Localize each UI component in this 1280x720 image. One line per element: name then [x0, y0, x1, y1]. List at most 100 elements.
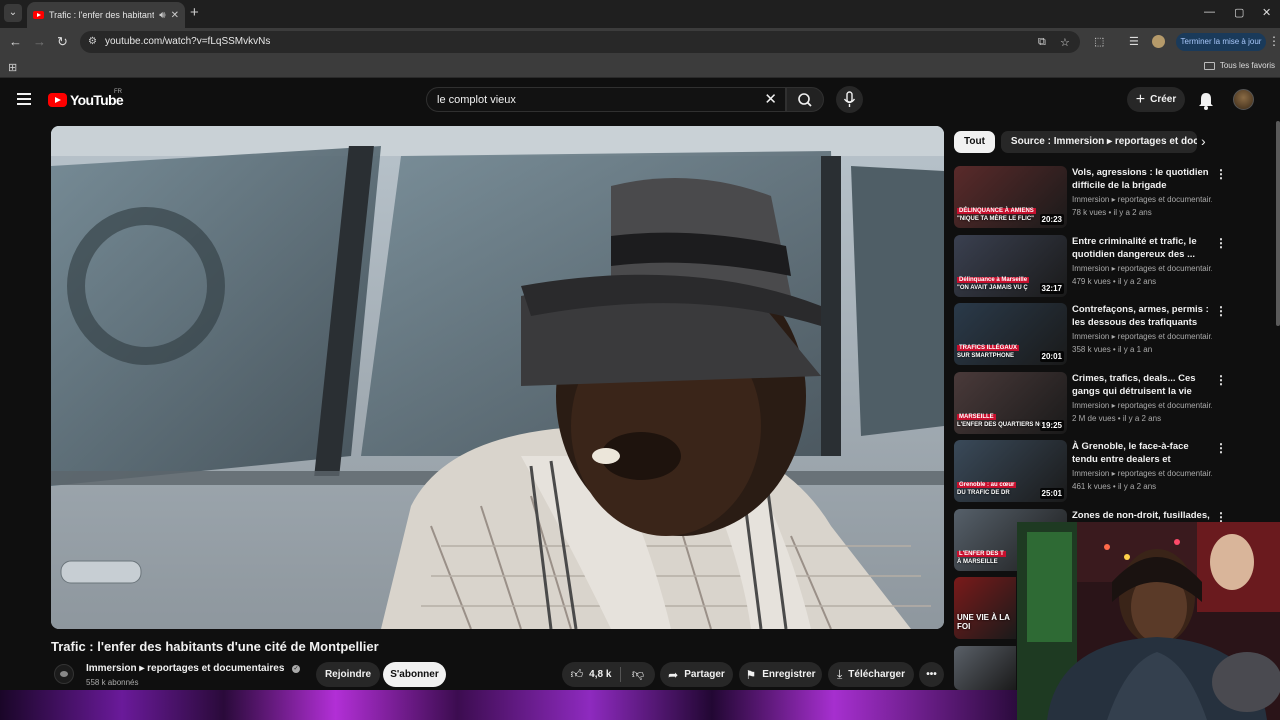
country-code: FR: [114, 89, 122, 95]
rec-title[interactable]: Contrefaçons, armes, permis : les dessou…: [1072, 303, 1212, 329]
menu-icon[interactable]: [17, 93, 31, 108]
forward-icon[interactable]: →: [33, 34, 46, 50]
new-tab-icon[interactable]: +: [190, 5, 199, 21]
browser-tab-active[interactable]: Trafic : l'enfer des habitants d'une cit…: [27, 2, 185, 28]
search-query[interactable]: le complot vieux: [437, 94, 516, 106]
install-app-icon[interactable]: ⧉: [1038, 36, 1046, 49]
thumbnail-caption: DU TRAFIC DE DR: [957, 490, 1010, 496]
create-label: Créer: [1150, 94, 1177, 105]
youtube-logo[interactable]: YouTube: [48, 92, 124, 108]
kebab-menu-icon[interactable]: ⋮: [1215, 441, 1227, 455]
folder-icon: [1203, 61, 1215, 70]
rec-title[interactable]: À Grenoble, le face-à-face tendu entre d…: [1072, 440, 1212, 466]
tab-search-button[interactable]: ⌄: [4, 4, 22, 22]
video-frame: [51, 126, 944, 629]
notifications-bell-icon[interactable]: [1197, 90, 1215, 110]
account-avatar[interactable]: [1233, 89, 1254, 110]
thumbnail-tag: TRAFICS ILLÉGAUX: [957, 345, 1019, 351]
like-count: 4,8 k: [589, 669, 612, 680]
video-thumbnail[interactable]: UNE VIE À LA FOI: [954, 577, 1016, 639]
kebab-menu-icon[interactable]: ⋮: [1215, 304, 1227, 318]
clear-search-icon[interactable]: ✕: [764, 90, 777, 108]
video-thumbnail[interactable]: TRAFICS ILLÉGAUX SUR SMARTPHONE 20:01: [954, 303, 1067, 365]
like-button[interactable]: 👍︎ 4,8 k: [562, 662, 620, 687]
site-settings-icon[interactable]: ⚙︎: [88, 36, 100, 48]
tab-title: Trafic : l'enfer des habitants d'une cit…: [49, 10, 155, 20]
bookmark-star-icon[interactable]: ☆: [1060, 36, 1070, 49]
kebab-menu-icon[interactable]: ⋮: [1215, 373, 1227, 387]
voice-search-button[interactable]: [836, 86, 863, 113]
list-item[interactable]: Délinquance à Marseille "ON AVAIT JAMAIS…: [954, 235, 1270, 297]
rec-meta: 479 k vues • il y a 2 ans: [1072, 277, 1157, 286]
minimize-icon[interactable]: —: [1204, 6, 1215, 18]
save-button[interactable]: ⚑ Enregistrer: [739, 662, 822, 687]
channel-avatar[interactable]: [54, 664, 74, 684]
rec-channel[interactable]: Immersion ▸ reportages et documentair...: [1072, 401, 1212, 410]
apps-grid-icon[interactable]: ⊞: [8, 61, 17, 74]
window-close-icon[interactable]: ✕: [1262, 6, 1271, 19]
filter-chips: Tout Source : Immersion ▸ reportages et …: [954, 131, 1197, 153]
chevron-right-icon[interactable]: ›: [1201, 133, 1206, 149]
join-button[interactable]: Rejoindre: [316, 662, 380, 687]
profile-avatar[interactable]: [1152, 35, 1165, 48]
video-thumbnail[interactable]: DÉLINQUANCE À AMIENS "NIQUE TA MÈRE LE F…: [954, 166, 1067, 228]
video-thumbnail[interactable]: Grenoble : au cœur DU TRAFIC DE DR 25:01: [954, 440, 1067, 502]
video-thumbnail[interactable]: MARSEILLE L'ENFER DES QUARTIERS NO 19:25: [954, 372, 1067, 434]
kebab-menu-icon[interactable]: ⋮: [1215, 167, 1227, 181]
rec-channel[interactable]: Immersion ▸ reportages et documentair...: [1072, 264, 1212, 273]
more-dots-icon: •••: [926, 669, 937, 680]
duration-badge: 25:01: [1039, 488, 1064, 499]
extensions-icon[interactable]: ⬚: [1094, 35, 1104, 48]
video-player[interactable]: [51, 126, 944, 629]
speaker-icon[interactable]: 🔊︎: [159, 10, 165, 21]
thumbnail-caption: "NIQUE TA MÈRE LE FLIC": [957, 216, 1035, 222]
all-bookmarks-label: Tous les favoris: [1219, 61, 1275, 70]
kebab-menu-icon[interactable]: ⋮: [1215, 236, 1227, 250]
thumbnail-tag: L'ENFER DES T: [957, 551, 1006, 557]
chip-all[interactable]: Tout: [954, 131, 995, 153]
plus-icon: +: [1135, 90, 1146, 108]
page-scrollbar[interactable]: [1276, 121, 1280, 326]
thumbnail-tag: DÉLINQUANCE À AMIENS: [957, 208, 1036, 214]
rec-channel[interactable]: Immersion ▸ reportages et documentair...: [1072, 469, 1212, 478]
thumbs-down-icon: 👎︎: [631, 667, 645, 681]
download-button[interactable]: ⤓ Télécharger: [828, 662, 914, 687]
list-item[interactable]: DÉLINQUANCE À AMIENS "NIQUE TA MÈRE LE F…: [954, 166, 1270, 228]
channel-name[interactable]: Immersion ▸ reportages et documentaires: [86, 663, 284, 674]
more-actions-button[interactable]: •••: [919, 662, 944, 687]
reading-list-icon[interactable]: ☰: [1129, 35, 1139, 48]
list-item[interactable]: Grenoble : au cœur DU TRAFIC DE DR 25:01…: [954, 440, 1270, 502]
list-item[interactable]: TRAFICS ILLÉGAUX SUR SMARTPHONE 20:01 Co…: [954, 303, 1270, 365]
video-thumbnail[interactable]: [954, 646, 1016, 690]
back-icon[interactable]: ←: [9, 34, 22, 50]
create-button[interactable]: + Créer: [1127, 87, 1185, 112]
rec-title[interactable]: Entre criminalité et trafic, le quotidie…: [1072, 235, 1212, 261]
address-bar[interactable]: ⚙︎ youtube.com/watch?v=fLqSSMvkvNs ⧉ ☆: [80, 31, 1080, 53]
like-dislike-group: 👍︎ 4,8 k 👎︎: [562, 662, 655, 687]
update-button[interactable]: Terminer la mise à jour: [1176, 33, 1266, 51]
all-bookmarks[interactable]: Tous les favoris: [1203, 61, 1275, 70]
list-item[interactable]: MARSEILLE L'ENFER DES QUARTIERS NO 19:25…: [954, 372, 1270, 434]
reload-icon[interactable]: ↻: [57, 34, 68, 50]
share-button[interactable]: ➦ Partager: [660, 662, 733, 687]
rec-channel[interactable]: Immersion ▸ reportages et documentair...: [1072, 332, 1212, 341]
video-thumbnail[interactable]: Délinquance à Marseille "ON AVAIT JAMAIS…: [954, 235, 1067, 297]
rec-title[interactable]: Vols, agressions : le quotidien difficil…: [1072, 166, 1212, 192]
rec-meta: 461 k vues • il y a 2 ans: [1072, 482, 1157, 491]
rec-title[interactable]: Crimes, trafics, deals... Ces gangs qui …: [1072, 372, 1212, 398]
subscribe-button[interactable]: S'abonner: [383, 662, 446, 687]
browser-tabstrip: ⌄ Trafic : l'enfer des habitants d'une c…: [0, 0, 1280, 28]
search-input[interactable]: le complot vieux ✕: [426, 87, 786, 112]
dislike-button[interactable]: 👎︎: [621, 662, 655, 687]
chip-source[interactable]: Source : Immersion ▸ reportages et docum…: [1000, 131, 1197, 153]
download-icon: ⤓: [836, 667, 843, 681]
webcam-feed: [1017, 522, 1280, 720]
rec-title[interactable]: Zones de non-droit, fusillades,: [1072, 509, 1212, 522]
close-tab-icon[interactable]: ✕: [171, 10, 179, 21]
rec-channel[interactable]: Immersion ▸ reportages et documentair...: [1072, 195, 1212, 204]
url-text[interactable]: youtube.com/watch?v=fLqSSMvkvNs: [105, 36, 270, 47]
maximize-icon[interactable]: ▢: [1234, 6, 1244, 19]
search-button[interactable]: [786, 87, 824, 112]
duration-badge: 20:23: [1039, 214, 1064, 225]
menu-dots-icon[interactable]: ⋮: [1268, 34, 1280, 48]
